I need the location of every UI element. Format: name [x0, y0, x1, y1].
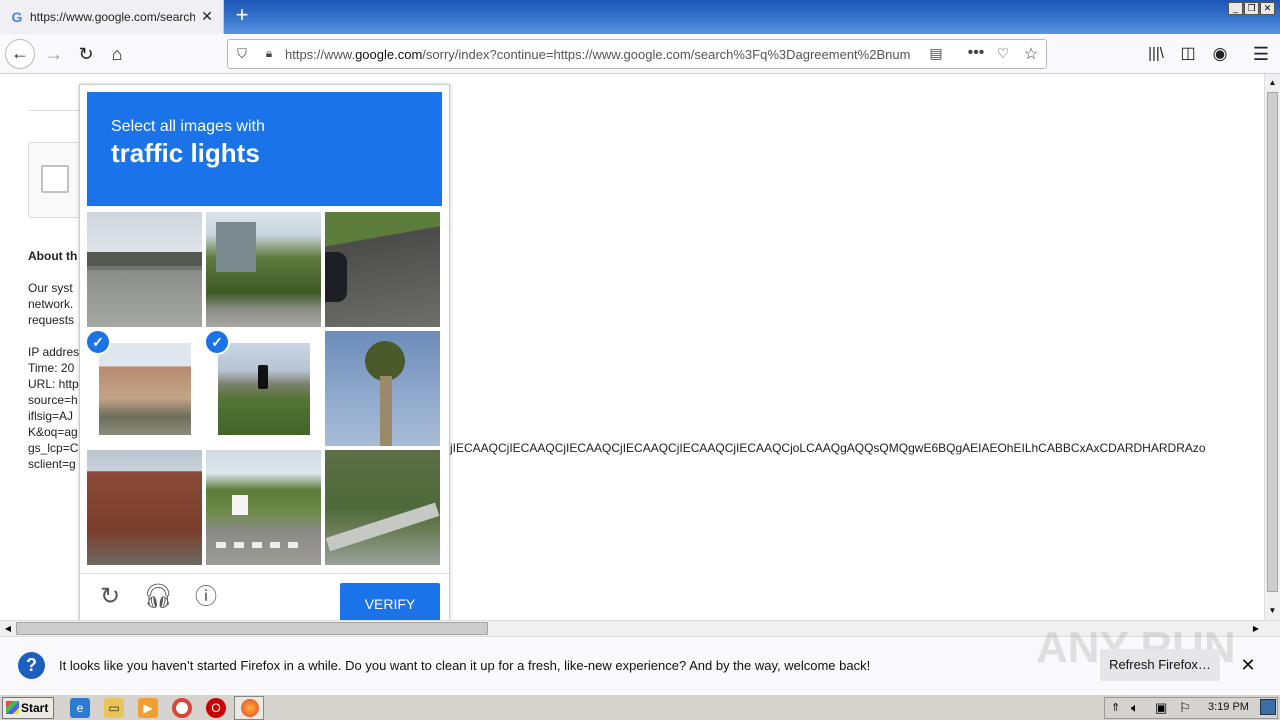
question-icon: ? — [18, 652, 45, 679]
taskbar: Start e ▭ ▶ O ⇑ 🔈︎ ▣ ⚐ 3:19 PM — [0, 694, 1280, 720]
overpass-shape — [87, 252, 202, 266]
guardrail-shape — [325, 502, 440, 552]
pocket-icon[interactable]: ♡ — [994, 45, 1012, 63]
captcha-header: Select all images with traffic lights — [87, 92, 442, 206]
info-line-3: requests — [28, 313, 75, 327]
tile-image — [99, 343, 191, 435]
captcha-tile[interactable] — [325, 331, 440, 446]
reload-challenge-icon[interactable]: ↻ — [95, 582, 125, 612]
captcha-tile[interactable] — [87, 212, 202, 327]
flag-icon[interactable]: ⚐ — [1179, 700, 1191, 716]
verify-button[interactable]: VERIFY — [340, 583, 440, 625]
crosswalk-shape — [216, 542, 306, 548]
chrome-icon[interactable] — [172, 698, 192, 718]
ip-line-3: URL: http — [28, 377, 79, 391]
library-icon[interactable]: |||\ — [1142, 40, 1170, 68]
tile-image — [218, 343, 310, 435]
vertical-scrollbar[interactable]: ▲ ▼ — [1264, 74, 1280, 620]
tab-title: https://www.google.com/search?q — [30, 10, 195, 24]
clock[interactable]: 3:19 PM — [1208, 701, 1249, 713]
sidebar-icon[interactable]: ◫ — [1174, 40, 1202, 68]
palm-crown-shape — [365, 341, 405, 381]
ip-line-4: source=h — [28, 393, 78, 407]
captcha-tile-selected[interactable]: ✓ — [87, 331, 202, 446]
ip-line-1: IP addres — [28, 345, 80, 359]
windows-logo-icon — [6, 701, 19, 714]
notification-bar: ? It looks like you haven’t started Fire… — [0, 623, 1280, 694]
captcha-tile[interactable] — [206, 450, 321, 565]
truck-shape — [232, 495, 248, 515]
forward-arrow-icon[interactable]: → — [40, 40, 68, 68]
speaker-icon[interactable]: 🔈︎ — [1131, 700, 1139, 716]
scroll-left-icon[interactable]: ◀ — [2, 623, 14, 635]
google-g-icon: G — [11, 9, 23, 25]
refresh-firefox-button[interactable]: Refresh Firefox… — [1100, 649, 1220, 681]
media-player-icon[interactable]: ▶ — [138, 698, 158, 718]
ie-icon[interactable]: e — [70, 698, 90, 718]
shield-icon[interactable]: ⛉ — [234, 46, 250, 62]
ip-line-6: K&oq=ag — [28, 425, 78, 439]
captcha-tile[interactable] — [206, 212, 321, 327]
tab-bar: G https://www.google.com/search?q ✕ + _ … — [0, 0, 1280, 34]
ip-line-5: iflsig=AJ — [28, 409, 74, 423]
ip-line-8: sclient=g — [28, 457, 76, 471]
account-icon[interactable]: ◉ — [1206, 40, 1234, 68]
recaptcha-checkbox[interactable] — [41, 165, 69, 193]
opera-icon[interactable]: O — [206, 698, 226, 718]
captcha-tile[interactable] — [325, 450, 440, 565]
building-shape — [216, 222, 256, 272]
scroll-thumb-horizontal[interactable] — [16, 622, 488, 635]
bookmark-star-icon[interactable]: ☆ — [1022, 44, 1040, 63]
captcha-tile[interactable] — [87, 450, 202, 565]
minimize-window-button[interactable]: _ — [1228, 2, 1243, 15]
url-bar[interactable]: ⛉ 🔒︎ https://www.google.com/sorry/index?… — [227, 39, 1047, 69]
about-heading: About th — [28, 249, 78, 263]
scroll-up-icon[interactable]: ▲ — [1267, 76, 1278, 90]
menu-icon[interactable]: ☰ — [1247, 40, 1275, 68]
notification-message: It looks like you haven’t started Firefo… — [59, 658, 871, 673]
network-icon[interactable]: ▣ — [1155, 700, 1167, 716]
long-param-text: jIECAAQCjIECAAQCjIECAAQCjIECAAQCjIECAAQC… — [450, 441, 1206, 455]
close-icon[interactable]: ✕ — [1238, 655, 1258, 675]
home-icon[interactable]: ⌂ — [103, 40, 131, 68]
tab-close-icon[interactable]: ✕ — [198, 7, 216, 25]
captcha-footer: ↻ 🎧︎ ⓘ VERIFY — [80, 573, 449, 625]
start-button[interactable]: Start — [2, 697, 54, 719]
page-actions-icon[interactable]: ••• — [965, 44, 987, 62]
captcha-target: traffic lights — [111, 138, 260, 168]
start-label: Start — [21, 701, 49, 715]
firefox-taskbar-button[interactable] — [234, 696, 264, 720]
scroll-down-icon[interactable]: ▼ — [1267, 604, 1278, 618]
palm-trunk-shape — [380, 376, 392, 446]
browser-tab[interactable]: G https://www.google.com/search?q ✕ — [0, 0, 224, 34]
captcha-tile-selected[interactable]: ✓ — [206, 331, 321, 446]
close-window-button[interactable]: ✕ — [1260, 2, 1275, 15]
system-tray: ⇑ 🔈︎ ▣ ⚐ — [1104, 697, 1278, 719]
scroll-right-icon[interactable]: ▶ — [1250, 623, 1262, 635]
reader-view-icon[interactable]: ▤ — [928, 45, 944, 63]
lock-icon[interactable]: 🔒︎ — [262, 46, 276, 62]
car-shape — [325, 252, 347, 302]
info-line-1: Our syst — [28, 281, 73, 295]
restore-window-button[interactable]: ❐ — [1244, 2, 1259, 15]
ip-line-7: gs_lcp=C — [28, 441, 79, 455]
firefox-icon — [241, 699, 259, 717]
folder-icon[interactable]: ▭ — [104, 698, 124, 718]
headphones-icon[interactable]: 🎧︎ — [143, 582, 173, 612]
captcha-tile[interactable] — [325, 212, 440, 327]
captcha-challenge: Select all images with traffic lights ✓ … — [79, 84, 450, 625]
show-desktop-icon[interactable] — [1260, 699, 1276, 715]
ip-line-2: Time: 20 — [28, 361, 75, 375]
info-line-2: network. — [28, 297, 74, 311]
url-text[interactable]: https://www.google.com/sorry/index?conti… — [285, 47, 917, 62]
navigation-toolbar: ← → ↻ ⌂ ⛉ 🔒︎ https://www.google.com/sorr… — [0, 34, 1280, 74]
new-tab-plus-icon[interactable]: + — [230, 4, 254, 28]
captcha-prompt: Select all images with — [111, 118, 265, 135]
scroll-thumb[interactable] — [1267, 92, 1278, 592]
back-arrow-icon[interactable]: ← — [5, 39, 35, 69]
reload-icon[interactable]: ↻ — [72, 40, 100, 68]
tray-arrow-icon[interactable]: ⇑ — [1111, 701, 1120, 714]
traffic-light-shape — [258, 365, 268, 389]
info-icon[interactable]: ⓘ — [191, 582, 221, 612]
